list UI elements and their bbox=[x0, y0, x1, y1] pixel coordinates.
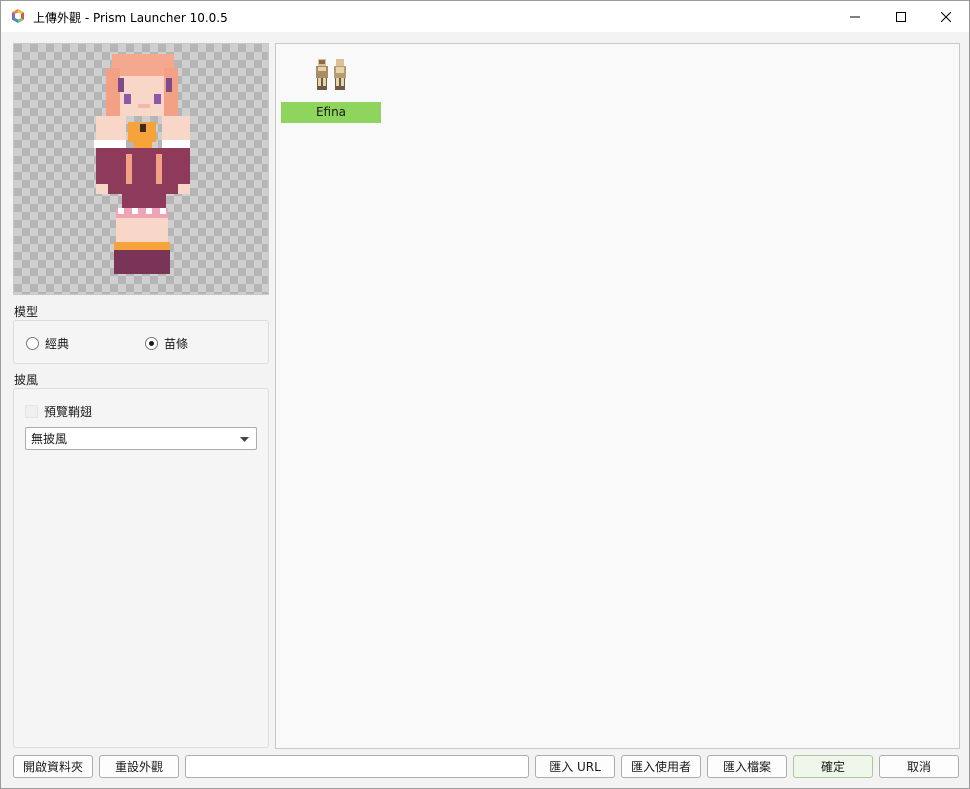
minimize-button[interactable] bbox=[832, 1, 878, 32]
slim-radio-indicator[interactable] bbox=[145, 337, 158, 350]
model-classic-radio[interactable]: 經典 bbox=[26, 335, 69, 352]
model-slim-radio[interactable]: 苗條 bbox=[145, 335, 188, 352]
skin-list-item[interactable]: Efina bbox=[281, 54, 381, 124]
title-bar: 上傳外觀 - Prism Launcher 10.0.5 bbox=[1, 1, 969, 32]
classic-radio-indicator[interactable] bbox=[26, 337, 39, 350]
skin-name-label: Efina bbox=[281, 102, 381, 123]
close-icon bbox=[941, 11, 951, 22]
cape-group: 預覽鞘翅 無披風 bbox=[13, 388, 269, 748]
cape-section-label: 披風 bbox=[14, 373, 39, 387]
model-section-label: 模型 bbox=[14, 305, 39, 319]
model-group: 經典 苗條 bbox=[13, 320, 269, 364]
chevron-down-icon bbox=[240, 437, 249, 442]
slim-radio-label: 苗條 bbox=[164, 337, 189, 351]
cape-select-value: 無披風 bbox=[31, 432, 68, 446]
preview-elytra-checkbox[interactable]: 預覽鞘翅 bbox=[25, 403, 92, 420]
maximize-button[interactable] bbox=[878, 1, 924, 32]
minimize-icon bbox=[850, 16, 860, 17]
upload-skin-window: 上傳外觀 - Prism Launcher 10.0.5 模型 經典 苗條 披風… bbox=[0, 0, 970, 789]
import-user-button[interactable]: 匯入使用者 bbox=[621, 755, 701, 778]
preview-elytra-label: 預覽鞘翅 bbox=[44, 405, 93, 419]
maximize-icon bbox=[896, 11, 906, 22]
prism-launcher-logo-icon bbox=[12, 9, 24, 23]
ok-button[interactable]: 確定 bbox=[793, 755, 873, 778]
skins-list-panel: Efina bbox=[275, 43, 960, 749]
open-folder-button[interactable]: 開啟資料夾 bbox=[13, 755, 93, 778]
cancel-button[interactable]: 取消 bbox=[879, 755, 959, 778]
skin-character-image bbox=[94, 54, 190, 274]
import-file-button[interactable]: 匯入檔案 bbox=[707, 755, 787, 778]
import-url-button[interactable]: 匯入 URL bbox=[535, 755, 615, 778]
skin-preview bbox=[13, 43, 269, 295]
reset-skin-button[interactable]: 重設外觀 bbox=[99, 755, 179, 778]
window-title: 上傳外觀 - Prism Launcher 10.0.5 bbox=[33, 11, 228, 25]
classic-radio-label: 經典 bbox=[45, 337, 70, 351]
cape-select[interactable]: 無披風 bbox=[25, 427, 257, 450]
skin-thumbnail-icon bbox=[316, 59, 346, 90]
url-input[interactable] bbox=[185, 755, 529, 778]
preview-elytra-checkbox-box[interactable] bbox=[25, 405, 38, 418]
close-button[interactable] bbox=[923, 1, 969, 32]
